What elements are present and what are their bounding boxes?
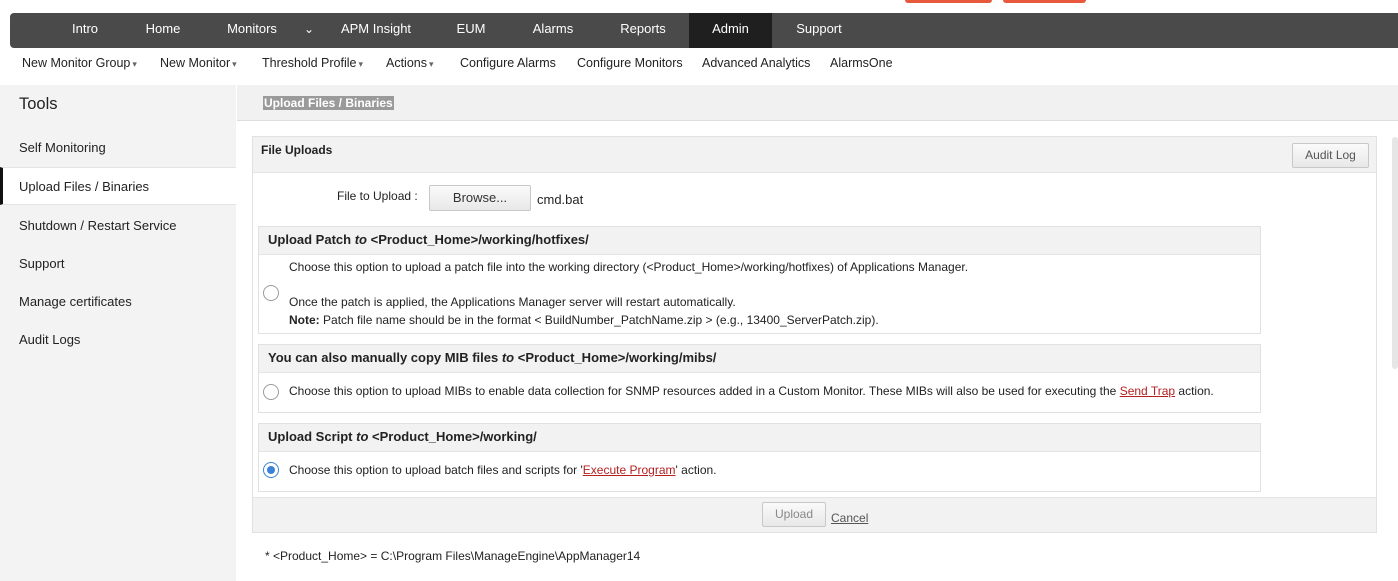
nav-apm-insight[interactable]: APM Insight	[332, 13, 420, 48]
browse-button[interactable]: Browse...	[429, 185, 531, 211]
send-trap-link[interactable]: Send Trap	[1120, 384, 1175, 398]
upload-patch-to: to	[354, 232, 367, 247]
upload-patch-title: Upload Patch	[268, 232, 352, 247]
upload-mib-desc: Choose this option to upload MIBs to ena…	[289, 384, 1214, 398]
top-button-stub-right[interactable]	[1003, 0, 1086, 3]
tools-sidebar: Tools Self Monitoring Upload Files / Bin…	[0, 85, 236, 581]
nav-reports[interactable]: Reports	[610, 13, 676, 48]
sidebar-item-shutdown-restart[interactable]: Shutdown / Restart Service	[0, 207, 236, 245]
subnav-actions[interactable]: Actions ▾	[386, 56, 434, 70]
caret-down-icon: ▾	[132, 59, 137, 69]
caret-down-icon: ▾	[358, 59, 364, 69]
upload-script-heading: Upload Script to <Product_Home>/working/	[259, 424, 1260, 452]
upload-script-path: <Product_Home>/working/	[372, 429, 537, 444]
audit-log-button[interactable]: Audit Log	[1292, 143, 1369, 168]
subnav-threshold-profile-label: Threshold Profile	[262, 56, 357, 70]
panel-header: File Uploads Audit Log	[253, 137, 1376, 173]
upload-mib-path: <Product_Home>/working/mibs/	[517, 350, 717, 365]
panel-title: File Uploads	[261, 143, 333, 157]
nav-support[interactable]: Support	[789, 13, 849, 48]
upload-patch-radio[interactable]	[263, 285, 279, 301]
selected-file-name: cmd.bat	[537, 192, 584, 207]
sidebar-item-manage-certificates[interactable]: Manage certificates	[0, 283, 236, 321]
sidebar-item-upload-files[interactable]: Upload Files / Binaries	[0, 167, 236, 205]
monitors-chevron-down-icon[interactable]: ⌄	[304, 13, 314, 48]
file-uploads-panel: File Uploads Audit Log File to Upload : …	[252, 136, 1377, 533]
upload-script-option: Upload Script to <Product_Home>/working/…	[258, 423, 1261, 492]
upload-script-title: Upload Script	[268, 429, 353, 444]
file-to-upload-label: File to Upload :	[337, 189, 418, 203]
sidebar-item-support[interactable]: Support	[0, 245, 236, 283]
subnav-advanced-analytics[interactable]: Advanced Analytics	[702, 56, 810, 70]
page-title: Upload Files / Binaries	[263, 96, 394, 110]
subnav-new-monitor-label: New Monitor	[160, 56, 231, 70]
main-nav: Intro Home Monitors ⌄ APM Insight EUM Al…	[10, 13, 1398, 48]
upload-script-to: to	[356, 429, 369, 444]
upload-patch-format-note: Note: Patch file name should be in the f…	[289, 313, 879, 327]
cancel-link[interactable]: Cancel	[831, 511, 868, 525]
upload-script-radio[interactable]	[263, 462, 279, 478]
subnav-configure-alarms[interactable]: Configure Alarms	[460, 56, 556, 70]
subnav-new-monitor[interactable]: New Monitor ▾	[160, 56, 237, 70]
caret-down-icon: ▾	[429, 59, 434, 69]
content-header: Upload Files / Binaries	[237, 85, 1398, 121]
upload-mib-radio[interactable]	[263, 384, 279, 400]
subnav-new-monitor-group-label: New Monitor Group	[22, 56, 131, 70]
upload-patch-option: Upload Patch to <Product_Home>/working/h…	[258, 226, 1261, 334]
upload-mib-heading: You can also manually copy MIB files to …	[259, 345, 1260, 373]
subnav-new-monitor-group[interactable]: New Monitor Group ▾	[22, 56, 137, 70]
panel-footer: Upload Cancel	[253, 497, 1376, 532]
upload-button[interactable]: Upload	[762, 502, 826, 527]
upload-patch-desc: Choose this option to upload a patch fil…	[289, 260, 969, 274]
subnav-actions-label: Actions	[386, 56, 427, 70]
product-home-footnote: * <Product_Home> = C:\Program Files\Mana…	[265, 549, 641, 563]
upload-mib-title: You can also manually copy MIB files	[268, 350, 499, 365]
nav-intro[interactable]: Intro	[60, 13, 110, 48]
upload-mib-desc-tail: action.	[1178, 384, 1214, 398]
upload-script-desc: Choose this option to upload batch files…	[289, 463, 717, 477]
note-label: Note:	[289, 313, 320, 327]
subnav-threshold-profile[interactable]: Threshold Profile ▾	[262, 56, 363, 70]
top-button-stub-left[interactable]	[905, 0, 992, 3]
upload-mib-option: You can also manually copy MIB files to …	[258, 344, 1261, 413]
nav-alarms[interactable]: Alarms	[525, 13, 581, 48]
scrollbar[interactable]	[1392, 137, 1398, 369]
upload-script-desc-text: Choose this option to upload batch files…	[289, 463, 583, 477]
execute-program-link[interactable]: Execute Program	[583, 463, 676, 477]
subnav-configure-monitors[interactable]: Configure Monitors	[577, 56, 683, 70]
nav-admin[interactable]: Admin	[689, 13, 772, 48]
nav-home[interactable]: Home	[137, 13, 189, 48]
sidebar-title: Tools	[19, 95, 58, 113]
nav-eum[interactable]: EUM	[450, 13, 492, 48]
caret-down-icon: ▾	[232, 59, 237, 69]
upload-patch-restart-note: Once the patch is applied, the Applicati…	[289, 295, 736, 309]
upload-mib-desc-text: Choose this option to upload MIBs to ena…	[289, 384, 1117, 398]
nav-monitors[interactable]: Monitors	[218, 13, 286, 48]
sidebar-item-audit-logs[interactable]: Audit Logs	[0, 321, 236, 359]
subnav-alarmsone[interactable]: AlarmsOne	[830, 56, 893, 70]
sidebar-item-self-monitoring[interactable]: Self Monitoring	[0, 129, 236, 167]
upload-patch-path: <Product_Home>/working/hotfixes/	[370, 232, 589, 247]
upload-mib-to: to	[501, 350, 515, 365]
note-text: Patch file name should be in the format …	[323, 313, 879, 327]
upload-script-desc-tail: ' action.	[675, 463, 717, 477]
upload-patch-heading: Upload Patch to <Product_Home>/working/h…	[259, 227, 1260, 255]
sub-nav: New Monitor Group ▾ New Monitor ▾ Threshol…	[0, 50, 1398, 78]
